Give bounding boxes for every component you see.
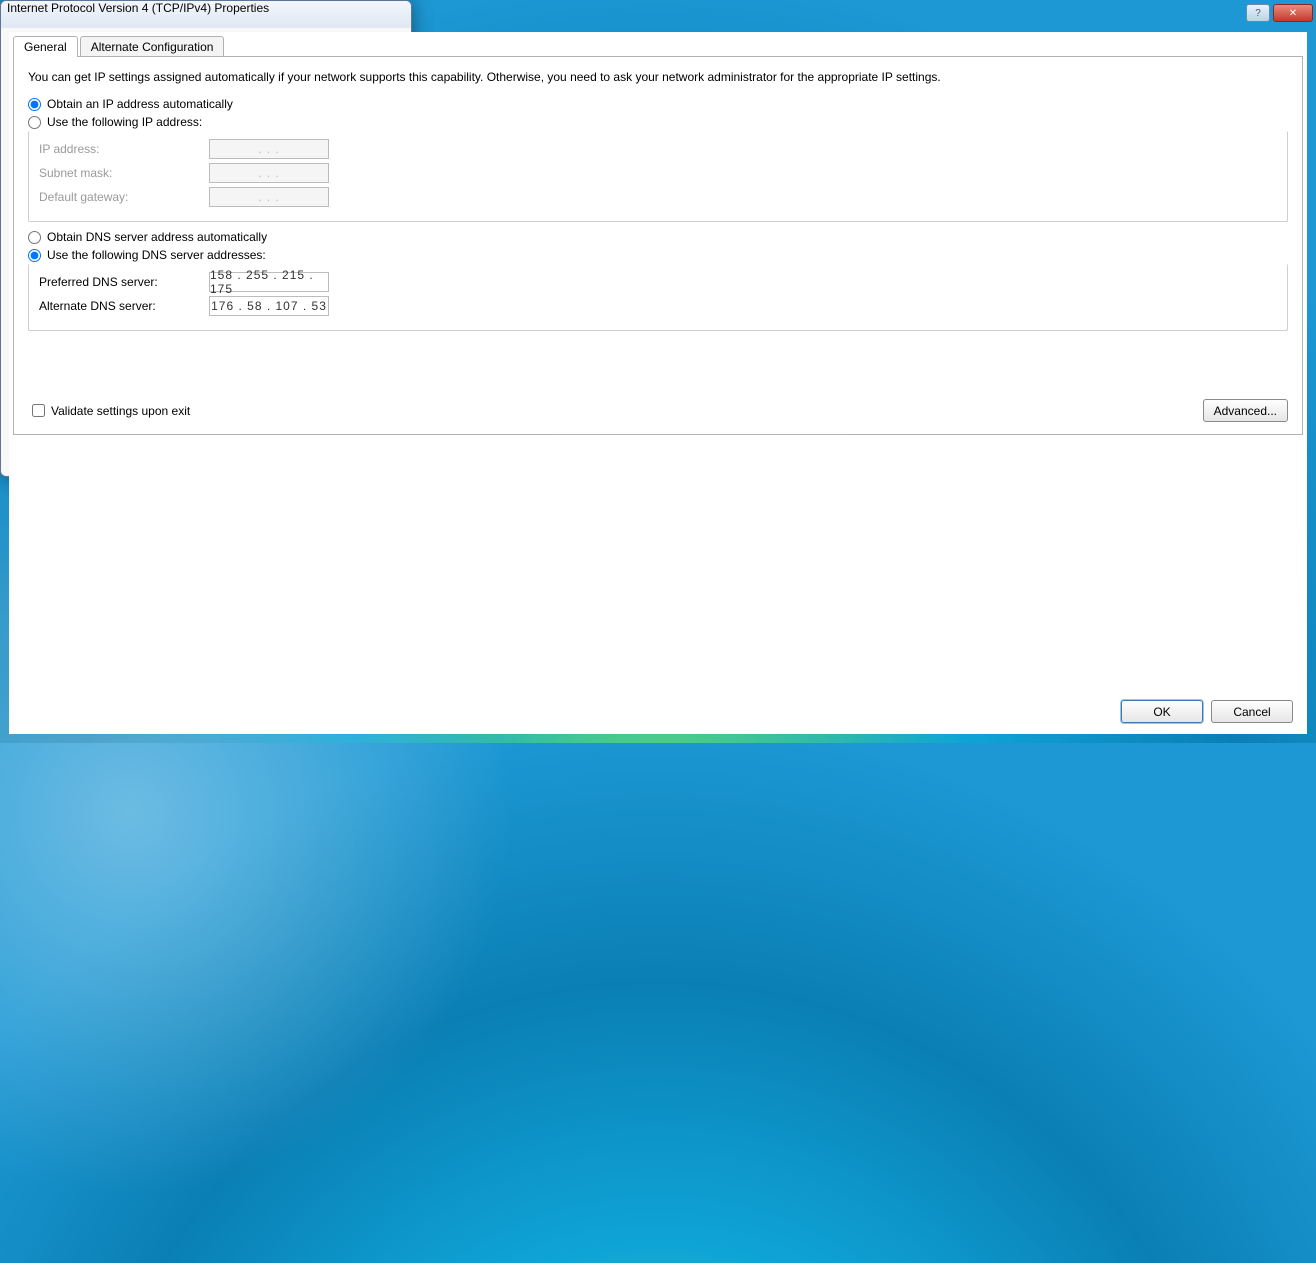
help-button[interactable]: ? bbox=[1246, 4, 1270, 22]
ok-button[interactable]: OK bbox=[1121, 700, 1203, 723]
validate-checkbox[interactable] bbox=[32, 404, 45, 417]
advanced-button[interactable]: Advanced... bbox=[1203, 399, 1288, 422]
subnet-mask-input: . . . bbox=[209, 163, 329, 183]
dns-fieldset: Preferred DNS server:158 . 255 . 215 . 1… bbox=[28, 264, 1288, 331]
general-page: You can get IP settings assigned automat… bbox=[13, 56, 1303, 435]
cancel-button[interactable]: Cancel bbox=[1211, 700, 1293, 723]
tab-general[interactable]: General bbox=[13, 36, 78, 57]
ip-address-input: . . . bbox=[209, 139, 329, 159]
ipv4-titlebar[interactable]: Internet Protocol Version 4 (TCP/IPv4) P… bbox=[1, 1, 411, 28]
alternate-dns-input[interactable]: 176 . 58 . 107 . 53 bbox=[209, 296, 329, 316]
preferred-dns-input[interactable]: 158 . 255 . 215 . 175 bbox=[209, 272, 329, 292]
gateway-input: . . . bbox=[209, 187, 329, 207]
tab-altconfig[interactable]: Alternate Configuration bbox=[80, 36, 225, 57]
radio-manual-ip[interactable]: Use the following IP address: bbox=[28, 115, 1288, 129]
radio-auto-dns[interactable]: Obtain DNS server address automatically bbox=[28, 230, 1288, 244]
radio-manual-dns[interactable]: Use the following DNS server addresses: bbox=[28, 248, 1288, 262]
radio-auto-ip[interactable]: Obtain an IP address automatically bbox=[28, 97, 1288, 111]
ipv4-properties-dialog: Internet Protocol Version 4 (TCP/IPv4) P… bbox=[0, 0, 412, 477]
close-button[interactable]: ✕ bbox=[1273, 4, 1313, 22]
ip-fieldset: IP address:. . . Subnet mask:. . . Defau… bbox=[28, 131, 1288, 222]
